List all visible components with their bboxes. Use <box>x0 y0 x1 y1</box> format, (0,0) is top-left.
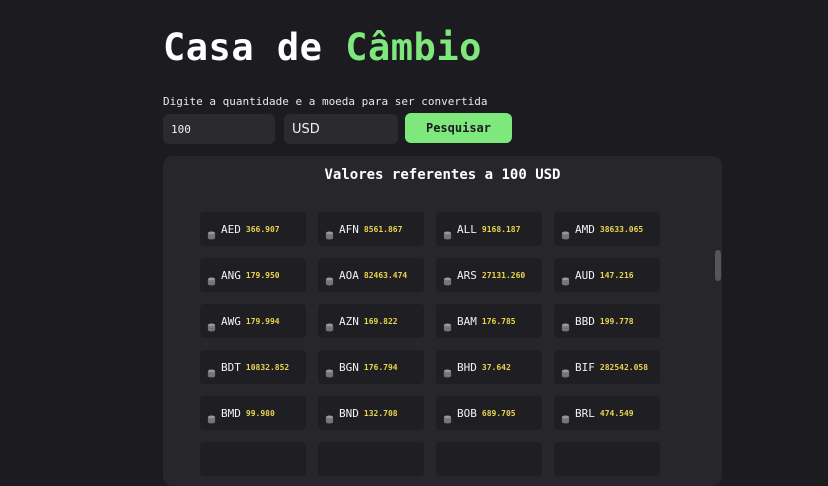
coin-stack-icon <box>325 363 334 377</box>
currency-value: 10832.852 <box>245 362 290 372</box>
currency-card: BIF 282542.058 <box>554 350 660 384</box>
title-main: Casa de <box>163 26 323 69</box>
app-container: Casa de Câmbio Digite a quantidade e a m… <box>163 0 723 486</box>
coin-stack-icon <box>443 363 452 377</box>
currency-value: 282542.058 <box>599 362 649 372</box>
coin-stack-icon <box>443 225 452 239</box>
scrollbar-thumb[interactable] <box>715 250 721 281</box>
scrollbar[interactable] <box>714 200 722 486</box>
currency-card: BHD 37.642 <box>436 350 542 384</box>
currency-value: 169.822 <box>363 316 398 326</box>
currency-card: AMD 38633.065 <box>554 212 660 246</box>
currency-code: BHD <box>457 360 477 374</box>
currency-card: BRL 474.549 <box>554 396 660 430</box>
coin-stack-icon <box>207 409 216 423</box>
currency-card: BBD 199.778 <box>554 304 660 338</box>
currency-value: 99.980 <box>245 408 275 418</box>
coin-stack-icon <box>325 317 334 331</box>
coin-stack-icon <box>325 409 334 423</box>
currency-card: AUD 147.216 <box>554 258 660 292</box>
coin-stack-icon <box>561 363 570 377</box>
currency-code: ALL <box>457 222 477 236</box>
currency-code: AMD <box>575 222 595 236</box>
currency-value: 38633.065 <box>599 224 644 234</box>
coin-stack-icon <box>443 409 452 423</box>
currency-code: AOA <box>339 268 359 282</box>
currency-card: AFN 8561.867 <box>318 212 424 246</box>
currency-card: ARS 27131.260 <box>436 258 542 292</box>
currency-code: BDT <box>221 360 241 374</box>
coin-stack-icon <box>443 271 452 285</box>
currency-code: AED <box>221 222 241 236</box>
currency-code: BRL <box>575 406 595 420</box>
currency-code: ARS <box>457 268 477 282</box>
currency-card: AWG 179.994 <box>200 304 306 338</box>
currency-code: BGN <box>339 360 359 374</box>
coin-stack-icon <box>207 363 216 377</box>
currency-code: BAM <box>457 314 477 328</box>
currency-value: 9168.187 <box>481 224 521 234</box>
currency-card: BMD 99.980 <box>200 396 306 430</box>
currency-value: 176.794 <box>363 362 398 372</box>
results-title: Valores referentes a 100 USD <box>324 167 561 183</box>
currency-input[interactable] <box>284 114 398 144</box>
coin-stack-icon <box>207 317 216 331</box>
currency-value: 474.549 <box>599 408 634 418</box>
amount-input[interactable] <box>163 114 275 144</box>
currency-value: 27131.260 <box>481 270 526 280</box>
currency-card: ANG 179.950 <box>200 258 306 292</box>
coin-stack-icon <box>325 225 334 239</box>
currency-code: AUD <box>575 268 595 282</box>
page-title: Casa de Câmbio <box>163 26 482 69</box>
coin-stack-icon <box>207 271 216 285</box>
currency-card: BGN 176.794 <box>318 350 424 384</box>
search-hint: Digite a quantidade e a moeda para ser c… <box>163 95 488 108</box>
coin-stack-icon <box>561 409 570 423</box>
currency-value: 179.950 <box>245 270 280 280</box>
search-button[interactable]: Pesquisar <box>405 113 512 143</box>
currency-card: ALL 9168.187 <box>436 212 542 246</box>
currency-card: BND 132.708 <box>318 396 424 430</box>
currency-grid: AED 366.907 AFN 8561.867 ALL 9168.187 AMD 38633… <box>200 212 670 476</box>
coin-stack-icon <box>325 271 334 285</box>
coin-stack-icon <box>561 225 570 239</box>
coin-stack-icon <box>207 225 216 239</box>
coin-stack-icon <box>561 317 570 331</box>
currency-card: BAM 176.785 <box>436 304 542 338</box>
currency-value: 8561.867 <box>363 224 403 234</box>
currency-code: BOB <box>457 406 477 420</box>
currency-code: AZN <box>339 314 359 328</box>
coin-stack-icon <box>561 271 570 285</box>
currency-value: 147.216 <box>599 270 634 280</box>
currency-code: BMD <box>221 406 241 420</box>
currency-card: AED 366.907 <box>200 212 306 246</box>
currency-value: 132.708 <box>363 408 398 418</box>
currency-card: BOB 689.705 <box>436 396 542 430</box>
currency-card: AOA 82463.474 <box>318 258 424 292</box>
title-accent: Câmbio <box>345 26 482 69</box>
currency-code: AWG <box>221 314 241 328</box>
currency-card: AZN 169.822 <box>318 304 424 338</box>
currency-value: 366.907 <box>245 224 280 234</box>
currency-value: 82463.474 <box>363 270 408 280</box>
currency-value: 199.778 <box>599 316 634 326</box>
currency-value: 176.785 <box>481 316 516 326</box>
currency-code: AFN <box>339 222 359 236</box>
currency-card: BDT 10832.852 <box>200 350 306 384</box>
currency-code: BIF <box>575 360 595 374</box>
currency-value: 37.642 <box>481 362 511 372</box>
currency-code: BBD <box>575 314 595 328</box>
currency-value: 179.994 <box>245 316 280 326</box>
currency-code: ANG <box>221 268 241 282</box>
currency-value: 689.705 <box>481 408 516 418</box>
results-panel: Valores referentes a 100 USD AED 366.907 A… <box>163 156 722 486</box>
coin-stack-icon <box>443 317 452 331</box>
currency-code: BND <box>339 406 359 420</box>
